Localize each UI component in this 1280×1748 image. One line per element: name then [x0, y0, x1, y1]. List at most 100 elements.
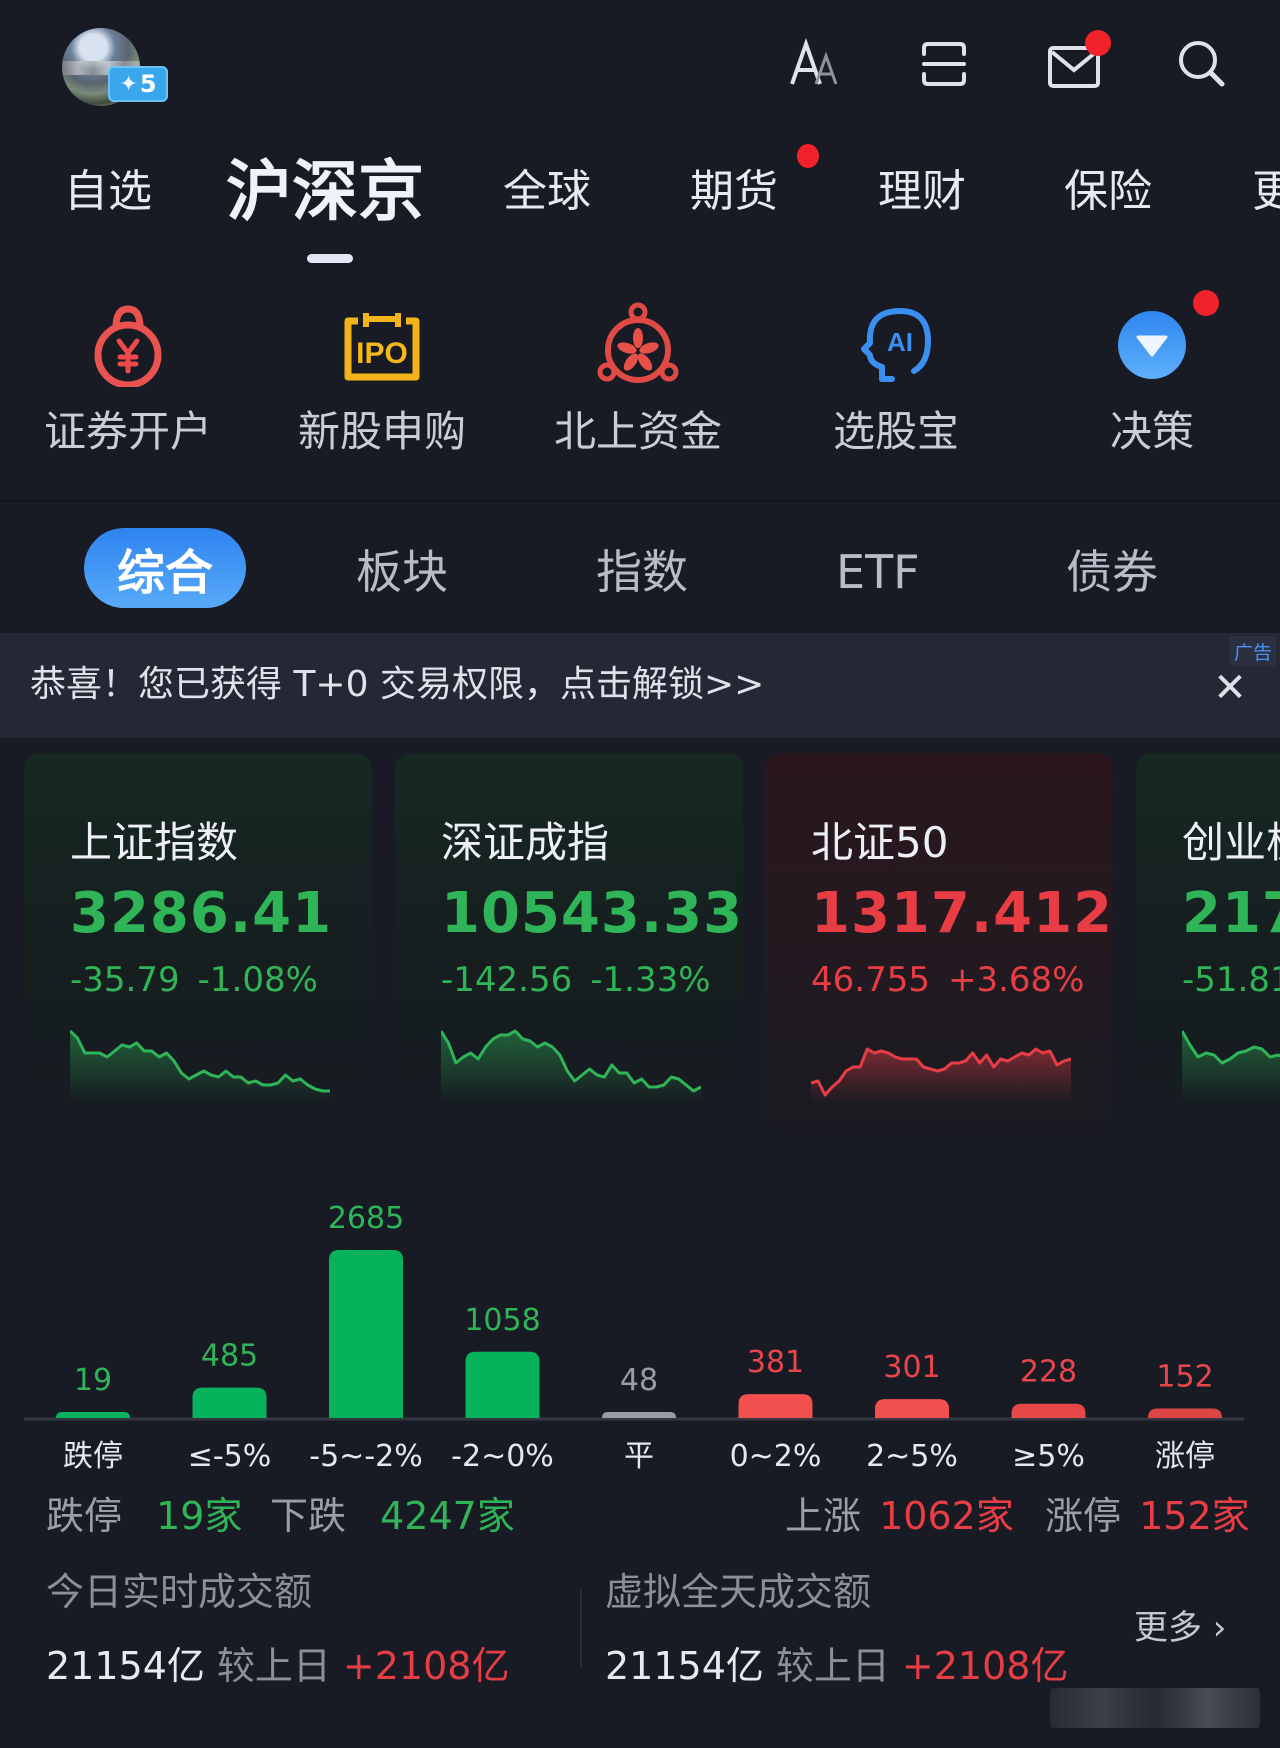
font-size-icon	[790, 37, 838, 85]
turnover-delta: +2108亿	[342, 1644, 510, 1688]
index-change: -35.79 -1.08%	[70, 957, 318, 1003]
level-badge: ✦ 5	[108, 66, 168, 102]
subtab-overview[interactable]: 综合	[84, 528, 246, 608]
mail-notification-dot	[1085, 30, 1111, 56]
up-summary: 上涨 1062家	[785, 1490, 1014, 1542]
category-label: ≥5%	[1012, 1439, 1085, 1470]
turnover-compare-label: 较上日	[216, 1644, 331, 1688]
index-price: 1317.412	[811, 881, 1114, 946]
bar-1	[192, 1387, 267, 1418]
index-name: 北证50	[811, 818, 949, 867]
ad-tag: 广告	[1230, 636, 1276, 666]
index-price: 3286.41	[70, 881, 333, 946]
quick-label: 新股申购	[297, 407, 466, 456]
more-link[interactable]: 更多 ›	[1134, 1605, 1226, 1651]
close-icon[interactable]: ✕	[1210, 666, 1250, 710]
bar-value-label: 19	[74, 1363, 112, 1398]
change-value: 46.755	[811, 960, 930, 1000]
index-name: 创业板指	[1182, 818, 1280, 867]
quick-decision[interactable]: 决策	[1042, 300, 1262, 460]
sparkline	[70, 1029, 330, 1103]
turnover-divider	[580, 1590, 582, 1668]
category-label: 跌停	[63, 1439, 123, 1470]
turnover-amount: 21154亿	[605, 1644, 764, 1688]
sparkline-area	[1182, 1031, 1280, 1103]
decision-notification-dot	[1193, 290, 1219, 316]
svg-text:IPO: IPO	[356, 337, 408, 370]
bar-value-label: 228	[1020, 1355, 1077, 1390]
tab-insurance[interactable]: 保险	[1064, 160, 1152, 224]
bar-value-label: 2685	[328, 1201, 404, 1236]
quick-label: 证券开户	[43, 407, 212, 456]
scan-icon	[922, 42, 966, 86]
bar-2	[329, 1250, 403, 1418]
sparkline-area	[811, 1049, 1071, 1103]
limit-up-label: 涨停	[1045, 1494, 1122, 1538]
index-card[interactable]: 北证50 1317.412 46.755 +3.68%	[765, 753, 1113, 1135]
watermark	[1050, 1688, 1260, 1728]
tab-global[interactable]: 全球	[503, 160, 591, 224]
search-button[interactable]	[1174, 36, 1230, 92]
tab-wealth[interactable]: 理财	[878, 160, 966, 224]
section-divider	[0, 500, 1280, 502]
down-count: 4247家	[380, 1494, 515, 1538]
change-value: -51.81	[1182, 960, 1280, 1000]
change-value: -142.56	[441, 960, 573, 1000]
index-change: -51.81	[1182, 957, 1280, 1003]
distribution-svg: 19 跌停 485 ≤-5% 2685 -5~-2% 1058 -2~0% 48 平 381 0~2%…	[24, 1201, 1244, 1470]
ipo-icon: IPO	[337, 300, 427, 390]
bar-value-label: 152	[1156, 1359, 1213, 1394]
font-size-button[interactable]	[786, 36, 842, 92]
turnover-amount: 21154亿	[46, 1644, 205, 1688]
tab-shanghai-shenzhen-beijing[interactable]: 沪深京	[226, 150, 424, 234]
virtual-turnover-value: 21154亿 较上日 +2108亿	[605, 1640, 1068, 1692]
tab-more[interactable]: 更	[1252, 160, 1280, 224]
level-number: 5	[139, 70, 157, 98]
quick-label: 决策	[1109, 407, 1194, 456]
quick-northbound[interactable]: 北上资金	[528, 300, 748, 460]
sparkline-area	[441, 1031, 701, 1103]
bar-value-label: 485	[201, 1339, 258, 1374]
index-card[interactable]: 上证指数 3286.41 -35.79 -1.08%	[24, 753, 372, 1135]
category-label: ≤-5%	[188, 1439, 272, 1470]
index-name: 深证成指	[441, 818, 610, 867]
active-tab-indicator	[307, 254, 353, 263]
turnover-delta: +2108亿	[901, 1644, 1069, 1688]
search-icon	[1179, 41, 1225, 87]
limit-down-summary: 跌停 19家	[46, 1490, 242, 1542]
index-name: 上证指数	[70, 818, 239, 867]
category-label: 涨停	[1155, 1439, 1215, 1470]
virtual-turnover-title: 虚拟全天成交额	[605, 1570, 872, 1614]
scan-button[interactable]	[916, 36, 972, 92]
limit-up-count: 152家	[1139, 1494, 1250, 1538]
subtab-bonds[interactable]: 债券	[1066, 540, 1158, 604]
down-summary: 下跌 4247家	[270, 1490, 515, 1542]
index-card[interactable]: 创业板指 2177 -51.81	[1136, 753, 1280, 1135]
bar-value-label: 301	[883, 1350, 940, 1385]
index-change: -142.56 -1.33%	[441, 957, 711, 1003]
subtab-etf[interactable]: ETF	[836, 540, 920, 604]
sparkline	[441, 1029, 701, 1103]
sparkline-area	[70, 1031, 330, 1103]
money-bag-icon	[83, 300, 173, 390]
realtime-turnover-title: 今日实时成交额	[46, 1570, 313, 1614]
bar-6	[875, 1399, 949, 1418]
quick-stock-picker[interactable]: AI 选股宝	[786, 300, 1006, 460]
quick-ipo-subscribe[interactable]: IPO 新股申购	[272, 300, 492, 460]
turnover-compare-label: 较上日	[775, 1644, 890, 1688]
bar-5	[738, 1394, 813, 1418]
bar-4	[602, 1412, 676, 1418]
category-label: 平	[624, 1439, 654, 1470]
banner-text[interactable]: 恭喜！您已获得 T+0 交易权限，点击解锁>>	[30, 660, 764, 710]
rise-fall-distribution-chart[interactable]: 19 跌停 485 ≤-5% 2685 -5~-2% 1058 -2~0% 48 平 381 0~2%…	[0, 1170, 1280, 1470]
tab-watchlist[interactable]: 自选	[64, 160, 152, 224]
tab-futures[interactable]: 期货	[690, 160, 778, 224]
bar-7	[1011, 1403, 1086, 1418]
quick-open-account[interactable]: 证券开户	[18, 300, 238, 460]
bar-value-label: 381	[747, 1345, 804, 1380]
index-card[interactable]: 深证成指 10543.33 -142.56 -1.33%	[395, 753, 743, 1135]
subtab-indices[interactable]: 指数	[596, 540, 688, 604]
bar-value-label: 1058	[464, 1303, 540, 1338]
bauhinia-icon	[593, 300, 683, 390]
subtab-sectors[interactable]: 板块	[356, 540, 448, 604]
